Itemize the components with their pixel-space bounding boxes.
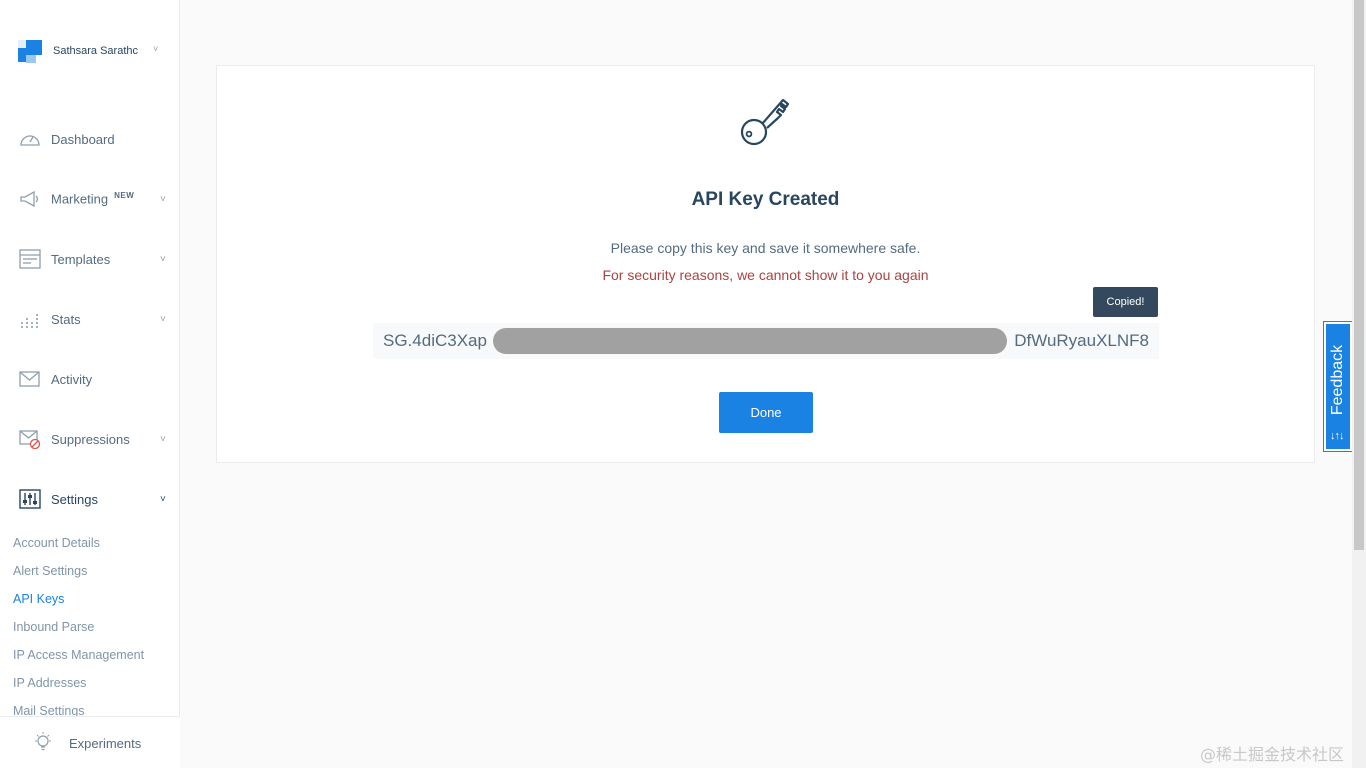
megaphone-icon — [19, 188, 41, 210]
suppressions-icon — [19, 428, 41, 450]
api-key-field[interactable]: SG.4diC3Xap DfWuRyauXLNF8 — [373, 323, 1159, 359]
sidebar-item-label: Dashboard — [51, 131, 115, 147]
sidebar-item-label: Suppressions — [51, 431, 130, 447]
sidebar-subitem-ip-addresses[interactable]: IP Addresses — [13, 676, 86, 690]
api-key-created-card: API Key Created Please copy this key and… — [216, 65, 1315, 463]
sidebar: Sathsara Sarathc ˅ Dashboard Marketing NE… — [0, 0, 180, 768]
account-switcher[interactable]: Sathsara Sarathc ˅ — [18, 38, 158, 64]
chevron-down-icon: ˅ — [160, 253, 166, 265]
chevron-down-icon: ˅ — [160, 433, 166, 445]
chevron-down-icon: ˅ — [160, 193, 166, 205]
instruction-text: Please copy this key and save it somewhe… — [610, 240, 921, 256]
sidebar-subitem-inbound-parse[interactable]: Inbound Parse — [13, 620, 94, 634]
sidebar-item-label: Experiments — [69, 736, 142, 751]
sort-arrows-icon: ↓↑↓ — [1330, 430, 1344, 442]
sidebar-item-suppressions[interactable]: Suppressions ˅ — [0, 424, 180, 454]
feedback-label: Feedback — [1329, 344, 1346, 416]
sidebar-item-stats[interactable]: Stats ˅ — [0, 304, 180, 334]
sidebar-item-label: Activity — [51, 371, 93, 387]
feedback-tab[interactable]: Feedback ↓↑↓ — [1323, 321, 1353, 452]
sidebar-item-label: Settings — [51, 491, 98, 507]
dashboard-gauge-icon — [19, 128, 41, 150]
watermark: @稀土掘金技术社区 — [1200, 745, 1345, 764]
done-button[interactable]: Done — [719, 392, 813, 433]
templates-icon — [19, 248, 41, 270]
sidebar-item-marketing[interactable]: Marketing NEW ˅ — [0, 184, 180, 214]
chevron-down-icon: ˅ — [160, 493, 166, 505]
page-scrollbar[interactable] — [1352, 0, 1366, 768]
brand-logo — [18, 38, 42, 64]
api-key-suffix: DfWuRyauXLNF8 — [1014, 331, 1149, 350]
lightbulb-icon — [34, 732, 52, 759]
sidebar-item-templates[interactable]: Templates ˅ — [0, 244, 180, 274]
chevron-down-icon: ˅ — [160, 313, 166, 325]
copied-tooltip: Copied! — [1093, 287, 1158, 317]
sidebar-item-label: Marketing NEW — [51, 191, 135, 207]
new-badge: NEW — [114, 191, 135, 201]
sidebar-item-label: Stats — [51, 311, 81, 327]
sidebar-subitem-alert-settings[interactable]: Alert Settings — [13, 564, 87, 578]
stats-bar-icon — [19, 308, 41, 330]
sidebar-subitem-api-keys[interactable]: API Keys — [13, 592, 64, 606]
dialog-title: API Key Created — [691, 189, 840, 210]
sidebar-item-activity[interactable]: Activity — [0, 364, 180, 394]
sidebar-item-settings[interactable]: Settings ˅ — [0, 484, 180, 514]
key-icon — [737, 94, 795, 152]
activity-mail-icon — [19, 368, 41, 390]
sidebar-item-dashboard[interactable]: Dashboard — [0, 124, 180, 154]
settings-sliders-icon — [19, 488, 41, 510]
sidebar-subitem-ip-access-management[interactable]: IP Access Management — [13, 648, 144, 662]
scrollbar-thumb[interactable] — [1354, 0, 1364, 550]
account-name: Sathsara Sarathc — [53, 45, 138, 57]
sidebar-item-experiments[interactable]: Experiments — [0, 716, 180, 768]
security-warning-text: For security reasons, we cannot show it … — [602, 267, 929, 283]
api-key-prefix: SG.4diC3Xap — [383, 331, 487, 350]
sidebar-item-label: Templates — [51, 251, 111, 267]
sidebar-subitem-account-details[interactable]: Account Details — [13, 536, 100, 550]
chevron-down-icon: ˅ — [153, 44, 159, 54]
redaction-mask — [493, 328, 1007, 354]
